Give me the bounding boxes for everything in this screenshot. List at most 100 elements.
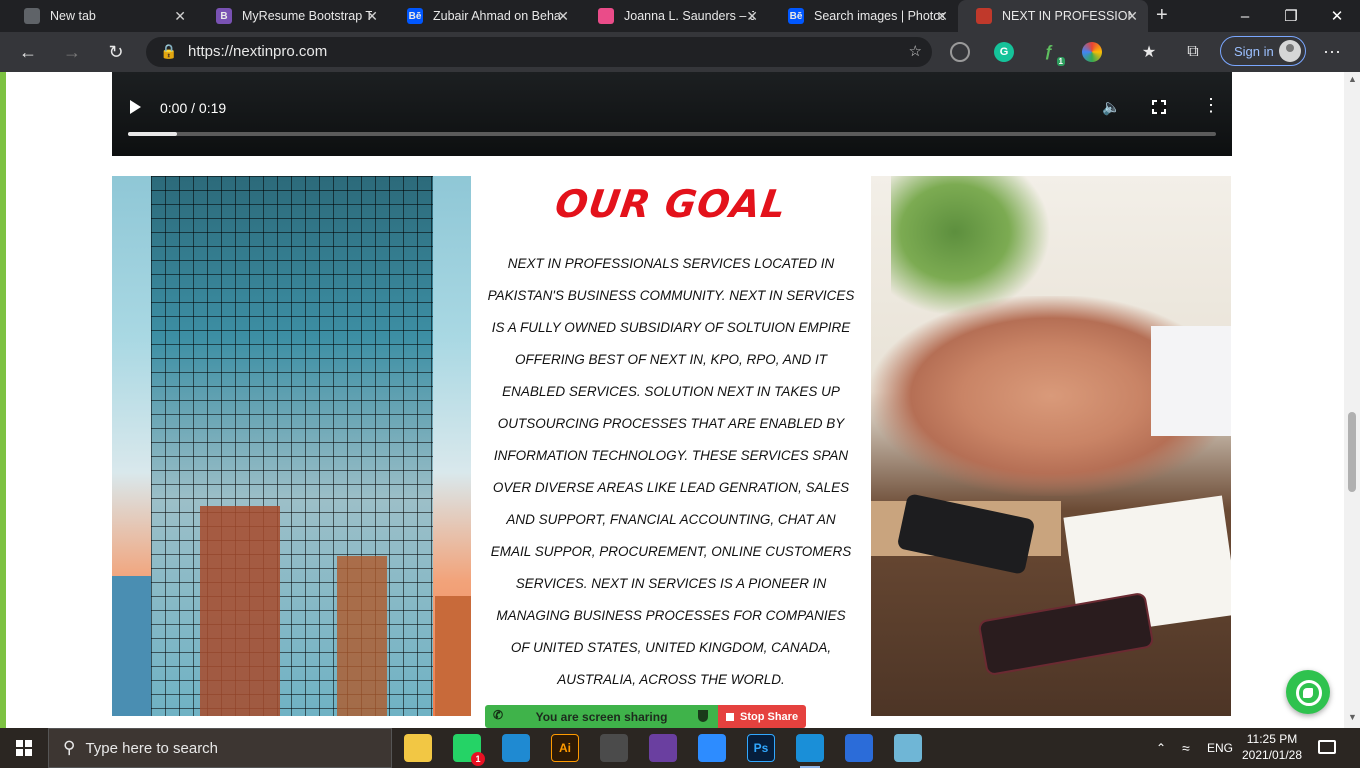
tab-title: Zubair Ahmad on Beha (433, 9, 561, 23)
site-icon (976, 8, 992, 24)
close-tab-icon[interactable]: ✕ (366, 8, 378, 25)
url-text[interactable]: https://nextinpro.com (188, 43, 327, 60)
browser-tab[interactable]: Joanna L. Saunders – Ju ✕ (580, 0, 768, 32)
play-icon[interactable] (130, 100, 141, 114)
wifi-icon[interactable]: ≈ (1182, 728, 1190, 768)
illustrator-icon[interactable]: Ai (551, 734, 579, 762)
collections-icon[interactable]: ⧉ (1181, 40, 1205, 64)
close-tab-icon[interactable]: ✕ (174, 8, 186, 25)
browser-tab[interactable]: New tab ✕ (6, 0, 196, 32)
stop-share-label: Stop Share (740, 710, 799, 723)
app-label: Ps (753, 741, 769, 755)
wps-icon[interactable] (845, 734, 873, 762)
volume-icon[interactable]: 🔈 (1102, 98, 1121, 116)
whatsapp-icon[interactable]: 1 (453, 734, 485, 766)
screen-share-status-text: You are screen sharing (535, 709, 668, 724)
tab-title: New tab (50, 9, 96, 23)
extension-badge: 1 (1056, 57, 1065, 66)
building-image (112, 176, 471, 716)
show-hidden-icons[interactable]: ⌃ (1156, 728, 1166, 768)
video-seek-track[interactable] (128, 132, 1216, 136)
video-progress-bar[interactable] (128, 132, 177, 136)
favorites-icon[interactable]: ★ (1137, 40, 1161, 64)
close-tab-icon[interactable]: ✕ (557, 8, 569, 25)
sublime-icon[interactable] (600, 734, 628, 762)
phone-icon: ✆ (493, 708, 504, 722)
restore-button[interactable]: ❐ (1268, 0, 1314, 32)
windows-logo-icon (16, 740, 32, 756)
sign-in-label: Sign in (1234, 43, 1274, 59)
reload-icon[interactable]: ↻ (104, 40, 128, 64)
page-scrollbar[interactable]: ▲ ▼ (1344, 72, 1360, 728)
browser-tab[interactable]: NEXT IN PROFESSIONAL✕ (958, 0, 1148, 32)
vscode-icon[interactable] (502, 734, 530, 762)
app-label: Ai (559, 741, 571, 755)
copilot-extension-icon[interactable] (950, 42, 970, 62)
minimize-button[interactable]: – (1222, 0, 1268, 32)
video-time: 0:00 / 0:19 (160, 100, 227, 116)
behance-icon: Bē (407, 8, 423, 24)
search-icon: ⚲ (63, 738, 76, 757)
browser-tab[interactable]: Bē Search images | Photos ✕ (770, 0, 958, 32)
forward-arrow-icon[interactable]: → (60, 40, 84, 64)
edge-icon[interactable] (796, 734, 824, 768)
scrollbar-thumb[interactable] (1348, 412, 1356, 492)
stop-icon (726, 712, 734, 721)
goal-paragraph: NEXT IN PROFESSIONALS SERVICES LOCATED I… (487, 256, 855, 687)
tab-title: NEXT IN PROFESSIONAL (1002, 9, 1132, 23)
new-tab-icon (24, 8, 40, 24)
clock-time: 11:25 PM (1246, 732, 1298, 746)
tab-title: MyResume Bootstrap Te (242, 9, 372, 23)
notification-center-icon[interactable] (1318, 740, 1336, 754)
address-bar[interactable]: 🔒 https://nextinpro.com ☆ (146, 37, 932, 67)
avatar-icon (1279, 40, 1301, 62)
extension-icon[interactable]: ƒ1 (1039, 42, 1065, 66)
tab-title: Search images | Photos (814, 9, 944, 23)
goal-heading: OUR GOAL (552, 182, 790, 226)
browser-tab[interactable]: Bē Zubair Ahmad on Beha ✕ (389, 0, 579, 32)
shield-icon (698, 710, 708, 722)
grammarly-icon[interactable]: G (994, 42, 1014, 62)
teamwork-hands-image (871, 176, 1231, 716)
fullscreen-icon[interactable] (1151, 99, 1167, 115)
file-explorer-icon[interactable] (404, 734, 432, 762)
taskbar-clock[interactable]: 11:25 PM 2021/01/28 (1234, 731, 1310, 763)
close-tab-icon[interactable]: ✕ (746, 8, 758, 25)
notification-badge: 1 (471, 752, 485, 766)
more-menu-icon[interactable]: ⋯ (1320, 40, 1344, 64)
stop-share-button[interactable]: Stop Share (718, 705, 806, 728)
photoshop-icon[interactable]: Ps (747, 734, 775, 762)
browser-tab-bar: New tab ✕ B MyResume Bootstrap Te ✕ Bē Zubair … (0, 0, 1360, 32)
dribbble-icon (598, 8, 614, 24)
taskbar-search-box[interactable]: ⚲ Type here to search (48, 728, 392, 768)
sign-in-button[interactable]: Sign in (1220, 36, 1306, 66)
color-picker-extension-icon[interactable] (1082, 42, 1102, 62)
video-more-icon[interactable]: ⋮ (1202, 96, 1220, 114)
screen-share-bar: ✆ You are screen sharing Stop Share (485, 705, 808, 728)
notepad-icon[interactable] (894, 734, 922, 762)
visual-studio-icon[interactable] (649, 734, 677, 762)
browser-toolbar: ← → ↻ 🔒 https://nextinpro.com ☆ G ƒ1 ★ ⧉… (0, 32, 1360, 72)
windows-taskbar: ⚲ Type here to search 1 Ai Ps ⌃ ≈ ENG 11:2… (0, 728, 1360, 768)
language-indicator[interactable]: ENG (1207, 728, 1233, 768)
bootstrap-icon: B (216, 8, 232, 24)
scroll-up-icon[interactable]: ▲ (1348, 74, 1357, 84)
new-tab-button[interactable]: + (1156, 4, 1168, 27)
video-player[interactable]: 0:00 / 0:19 🔈 ⋮ (112, 72, 1232, 156)
clock-date: 2021/01/28 (1241, 748, 1303, 762)
screen-share-status: ✆ You are screen sharing (485, 705, 718, 728)
close-window-button[interactable]: ✕ (1314, 0, 1360, 32)
zoom-icon[interactable] (698, 734, 726, 762)
close-tab-icon[interactable]: ✕ (1126, 8, 1138, 25)
whatsapp-chat-icon[interactable] (1286, 670, 1330, 714)
behance-icon: Bē (788, 8, 804, 24)
taskbar-search-placeholder: Type here to search (85, 739, 219, 757)
add-favorite-icon[interactable]: ☆ (909, 42, 922, 60)
scroll-down-icon[interactable]: ▼ (1348, 712, 1357, 722)
back-arrow-icon[interactable]: ← (16, 40, 40, 64)
lock-icon: 🔒 (160, 43, 178, 59)
browser-tab[interactable]: B MyResume Bootstrap Te ✕ (198, 0, 388, 32)
close-tab-icon[interactable]: ✕ (936, 8, 948, 25)
page-accent-edge (0, 72, 6, 728)
start-button[interactable] (0, 728, 48, 768)
